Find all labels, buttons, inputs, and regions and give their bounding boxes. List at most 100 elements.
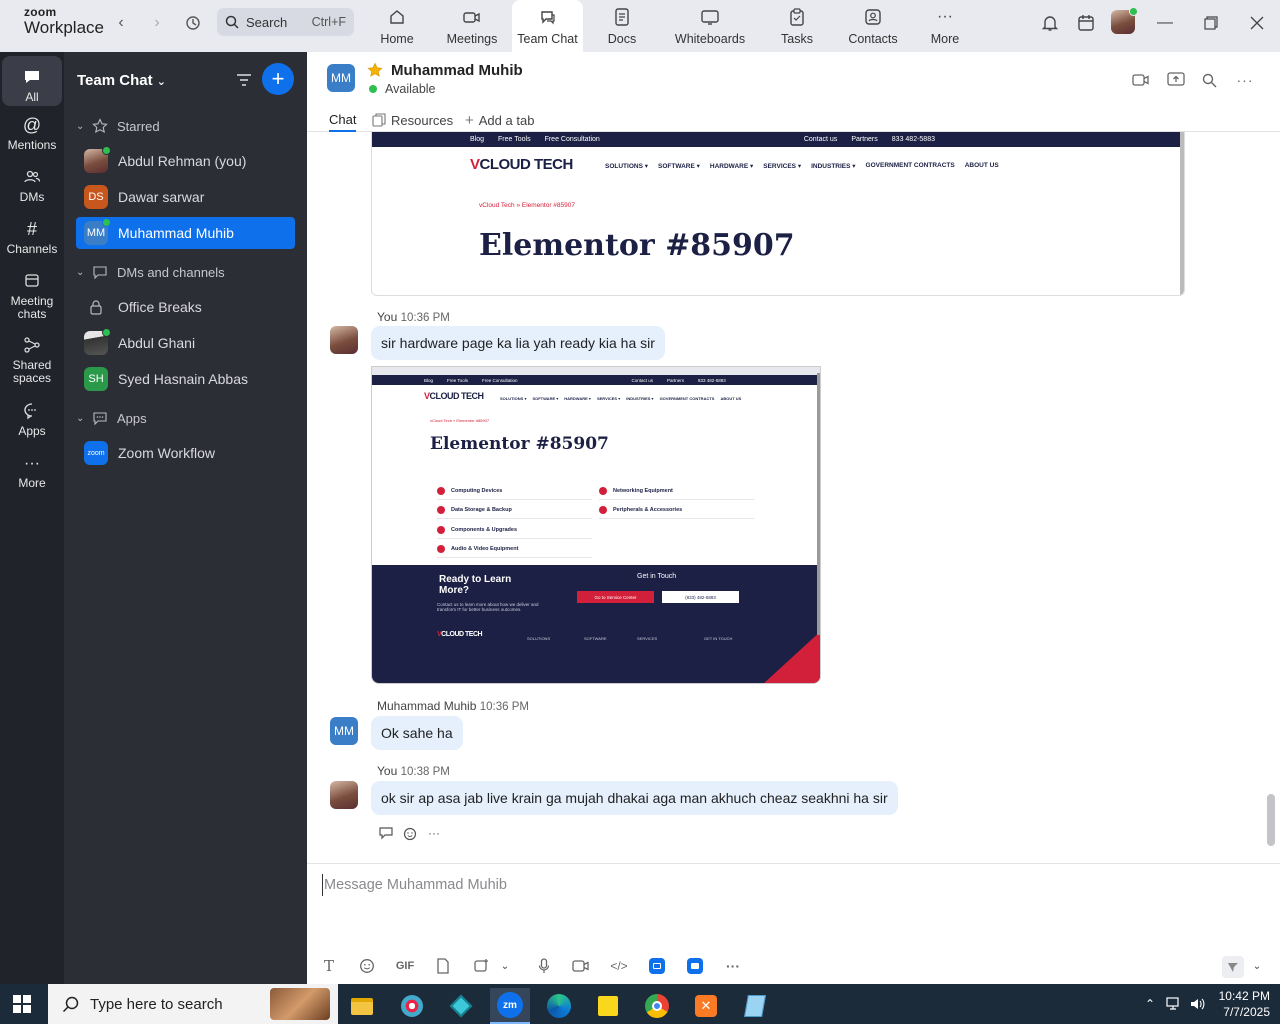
tab-home[interactable]: Home	[369, 0, 425, 52]
edge-browser-icon[interactable]	[539, 988, 579, 1024]
video-call-icon[interactable]	[1131, 70, 1151, 90]
rail-item-more[interactable]: ··· More	[2, 452, 62, 490]
chat-scrollbar[interactable]	[1267, 794, 1275, 846]
avatar[interactable]	[330, 326, 358, 354]
clock[interactable]: 10:42 PM 7/7/2025	[1210, 988, 1270, 1020]
send-icon[interactable]	[1222, 956, 1244, 978]
document-icon	[611, 6, 633, 28]
file-explorer-icon[interactable]	[342, 988, 382, 1024]
search-icon[interactable]	[1199, 70, 1219, 90]
tab-team-chat[interactable]: Team Chat	[512, 0, 583, 52]
tab-whiteboards[interactable]: Whiteboards	[670, 0, 750, 52]
emoji-icon[interactable]	[357, 956, 377, 976]
calendar-icon[interactable]	[1075, 12, 1097, 34]
chat-item-muhammad-muhib[interactable]: MM Muhammad Muhib	[76, 217, 295, 249]
ellipsis-icon[interactable]: ···	[1235, 70, 1255, 90]
back-arrow-icon[interactable]: ‹	[110, 12, 132, 34]
contact-name[interactable]: Muhammad Muhib	[391, 62, 523, 79]
message-input[interactable]	[322, 874, 1222, 896]
network-tool-icon[interactable]	[392, 988, 432, 1024]
code-snippet-icon[interactable]: </>	[609, 956, 629, 976]
avatar-initials: MM	[331, 71, 351, 85]
rail-item-dms[interactable]: DMs	[2, 166, 62, 204]
microphone-icon[interactable]	[534, 956, 554, 976]
app-integration-icon[interactable]	[647, 956, 667, 976]
sticky-notes-icon[interactable]	[588, 988, 628, 1024]
section-starred[interactable]: ⌄ Starred	[76, 117, 160, 135]
tab-chat[interactable]: Chat	[329, 108, 357, 132]
close-icon[interactable]	[1246, 12, 1268, 34]
rail-label: DMs	[19, 190, 45, 204]
tab-add[interactable]: + Add a tab	[465, 108, 534, 132]
logo-rest: CLOUD TECH	[429, 391, 485, 401]
image-attachment[interactable]: Blog Free Tools Free Consultation Contac…	[371, 132, 1185, 296]
zoom-taskbar-icon[interactable]: zm	[490, 988, 530, 1024]
share-screen-icon[interactable]	[1166, 70, 1186, 90]
forward-arrow-icon[interactable]: ›	[146, 12, 168, 34]
image-attachment[interactable]: Blog Free Tools Free Consultation Contac…	[371, 366, 821, 684]
chat-item-office-breaks[interactable]: Office Breaks	[76, 291, 295, 323]
presence-status: Available	[369, 82, 436, 96]
message-bubble[interactable]: ok sir ap asa jab live krain ga mujah dh…	[371, 781, 898, 815]
kite-app-icon[interactable]	[441, 988, 481, 1024]
windows-start-icon[interactable]	[12, 994, 32, 1014]
new-chat-button[interactable]: +	[262, 63, 294, 95]
tab-tasks[interactable]: Tasks	[776, 0, 818, 52]
whiteboard-icon	[699, 6, 721, 28]
video-message-icon[interactable]	[571, 956, 591, 976]
avatar[interactable]: MM	[327, 64, 355, 92]
tab-resources[interactable]: Resources	[372, 108, 453, 132]
rail-item-shared-spaces[interactable]: Shared spaces	[2, 334, 62, 385]
section-apps[interactable]: ⌄ Apps	[76, 409, 147, 427]
minimize-icon[interactable]: —	[1154, 12, 1176, 34]
tab-contacts[interactable]: Contacts	[846, 0, 900, 52]
chat-item-dawar-sarwar[interactable]: DS Dawar sarwar	[76, 181, 295, 213]
text-format-icon[interactable]: T	[319, 956, 339, 976]
panel-title[interactable]: Team Chat ⌄	[77, 72, 166, 89]
taskbar-search[interactable]: Type here to search	[48, 984, 338, 1024]
rail-item-channels[interactable]: # Channels	[2, 218, 62, 256]
network-icon[interactable]	[1166, 996, 1182, 1012]
emoji-reaction-icon[interactable]	[402, 825, 418, 841]
tab-docs[interactable]: Docs	[598, 0, 646, 52]
rail-item-all[interactable]: All	[2, 56, 62, 106]
shot-nav-item: GOVERNMENT CONTRACTS	[865, 162, 955, 169]
xampp-icon[interactable]: ✕	[686, 988, 726, 1024]
screenshot-icon[interactable]	[471, 956, 491, 976]
at-sign-icon: @	[22, 114, 42, 135]
chat-item-abdul-ghani[interactable]: Abdul Ghani	[76, 327, 295, 359]
tab-meetings[interactable]: Meetings	[441, 0, 503, 52]
message-bubble[interactable]: sir hardware page ka lia yah ready kia h…	[371, 326, 665, 360]
rail-item-apps[interactable]: Apps	[2, 400, 62, 438]
reply-icon[interactable]	[378, 825, 394, 841]
chevron-down-icon[interactable]: ⌄	[1247, 956, 1267, 976]
rail-item-meeting-chats[interactable]: Meeting chats	[2, 270, 62, 321]
chevron-down-icon[interactable]: ⌄	[495, 956, 515, 976]
chrome-browser-icon[interactable]	[637, 988, 677, 1024]
zoom-app-icon[interactable]	[685, 956, 705, 976]
chat-item-abdul-rehman[interactable]: Abdul Rehman (you)	[76, 145, 295, 177]
volume-icon[interactable]	[1190, 996, 1206, 1012]
file-icon[interactable]	[433, 956, 453, 976]
zoom-workplace-logo: zoom Workplace	[24, 6, 104, 36]
rail-item-mentions[interactable]: @ Mentions	[2, 114, 62, 152]
avatar[interactable]	[330, 781, 358, 809]
notepad-icon[interactable]	[735, 988, 775, 1024]
restore-icon[interactable]	[1200, 12, 1222, 34]
chat-item-zoom-workflow[interactable]: zoom Zoom Workflow	[76, 437, 295, 469]
ellipsis-icon[interactable]: ···	[723, 956, 743, 976]
chevron-up-icon[interactable]: ⌃	[1142, 996, 1158, 1012]
profile-avatar[interactable]	[1111, 7, 1138, 34]
gif-button[interactable]: GIF	[395, 956, 415, 976]
section-dms-channels[interactable]: ⌄ DMs and channels	[76, 263, 225, 281]
message-bubble[interactable]: Ok sahe ha	[371, 716, 463, 750]
filter-icon[interactable]	[234, 70, 254, 90]
bell-icon[interactable]	[1039, 12, 1061, 34]
global-search[interactable]: Search Ctrl+F	[217, 8, 354, 36]
history-icon[interactable]	[182, 12, 204, 34]
avatar[interactable]: MM	[330, 717, 358, 745]
star-icon[interactable]	[367, 62, 383, 78]
tab-more[interactable]: ··· More	[926, 0, 964, 52]
chat-item-syed-hasnain-abbas[interactable]: SH Syed Hasnain Abbas	[76, 363, 295, 395]
more-actions-icon[interactable]: ···	[426, 825, 442, 841]
